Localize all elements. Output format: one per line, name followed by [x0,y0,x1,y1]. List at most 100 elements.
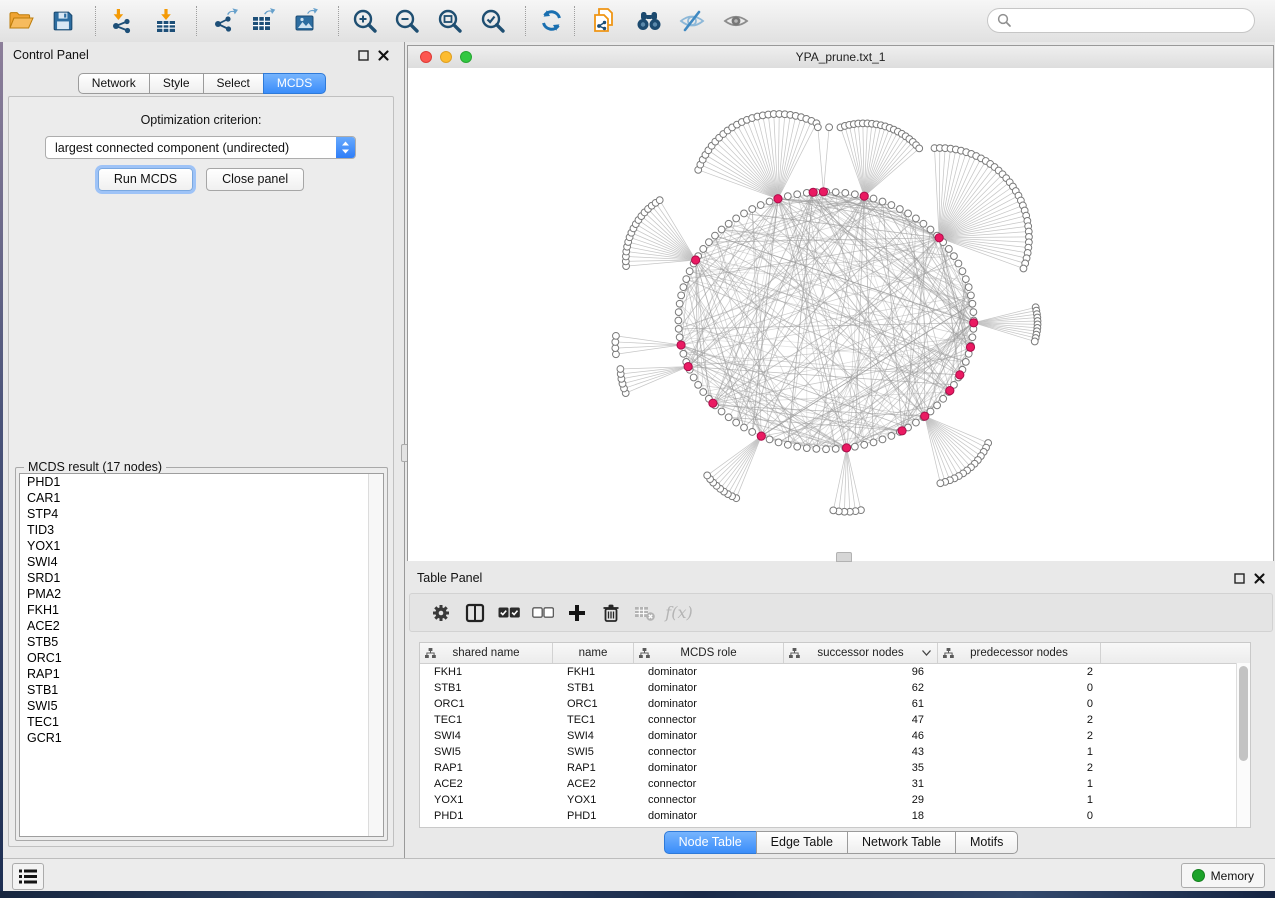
show-all-button[interactable] [716,2,756,39]
mcds-result-item[interactable]: SRD1 [20,570,383,586]
cell-successor-nodes: 47 [784,712,938,728]
export-network-button[interactable] [205,2,245,39]
export-table-button[interactable] [243,2,283,39]
mcds-result-item[interactable]: TEC1 [20,714,383,730]
table-row[interactable]: ACE2ACE2connector311 [420,776,1250,792]
search-field[interactable] [987,8,1255,33]
cell-mcds-role: connector [634,712,784,728]
mcds-result-item[interactable]: SWI4 [20,554,383,570]
table-tab-edge-table[interactable]: Edge Table [756,831,848,854]
float-window-icon[interactable] [1233,572,1246,585]
table-settings-button[interactable] [424,598,458,628]
import-network-button[interactable] [101,2,141,39]
table-panel-header: Table Panel [407,565,1275,591]
table-row[interactable]: YOX1YOX1connector291 [420,792,1250,808]
export-image-button[interactable] [286,2,326,39]
mcds-result-item[interactable]: SWI5 [20,698,383,714]
show-panel-list-button[interactable] [12,863,44,890]
table-row[interactable]: SWI4SWI4dominator462 [420,728,1250,744]
network-titlebar[interactable]: YPA_prune.txt_1 [408,46,1273,69]
mcds-result-item[interactable]: GCR1 [20,730,383,746]
column-header-name[interactable]: name [553,643,634,663]
export-image-icon [293,8,319,34]
network-canvas[interactable] [408,68,1273,561]
mcds-result-item[interactable]: ORC1 [20,650,383,666]
show-columns-button[interactable] [458,598,492,628]
mcds-result-item[interactable]: TID3 [20,522,383,538]
optimization-criterion-label: Optimization criterion: [9,113,393,127]
control-tab-style[interactable]: Style [149,73,204,94]
mcds-result-item[interactable]: RAP1 [20,666,383,682]
table-scrollbar-thumb[interactable] [1239,666,1248,761]
zoom-out-button[interactable] [387,2,427,39]
toolbar-separator [338,6,339,36]
apply-layout-button[interactable] [531,2,571,39]
clone-network-button[interactable] [585,2,625,39]
cell-shared-name: SWI4 [420,728,553,744]
table-tab-node-table[interactable]: Node Table [664,831,757,854]
zoom-fit-button[interactable] [430,2,470,39]
table-row[interactable]: STB1STB1dominator620 [420,680,1250,696]
application-window: Control Panel NetworkStyleSelectMCDS Opt… [0,0,1275,898]
hide-selected-button[interactable] [672,2,712,39]
delete-columns-button[interactable] [594,598,628,628]
select-all-columns-button[interactable] [492,598,526,628]
column-header-shared-name[interactable]: shared name [420,643,553,663]
zoom-in-icon [352,8,378,34]
mcds-result-item[interactable]: ACE2 [20,618,383,634]
delete-table-button[interactable] [628,598,662,628]
table-row[interactable]: TEC1TEC1connector472 [420,712,1250,728]
table-row[interactable]: ORC1ORC1dominator610 [420,696,1250,712]
close-panel-icon[interactable] [377,49,390,62]
float-window-icon[interactable] [357,49,370,62]
table-row[interactable]: FKH1FKH1dominator962 [420,664,1250,680]
function-builder-button[interactable]: f(x) [662,598,696,628]
cell-name: ORC1 [553,696,634,712]
first-neighbors-button[interactable] [629,2,669,39]
table-row[interactable]: RAP1RAP1dominator352 [420,760,1250,776]
import-table-button[interactable] [146,2,186,39]
mcds-result-item[interactable]: PMA2 [20,586,383,602]
mcds-result-item[interactable]: STB1 [20,682,383,698]
search-input[interactable] [1012,13,1254,29]
control-tab-select[interactable]: Select [203,73,264,94]
close-panel-icon[interactable] [1253,572,1266,585]
memory-button[interactable]: Memory [1181,863,1265,888]
criterion-dropdown[interactable]: largest connected component (undirected) [45,136,356,159]
run-mcds-button[interactable]: Run MCDS [98,168,193,191]
table-tab-motifs[interactable]: Motifs [955,831,1018,854]
network-graph[interactable] [408,68,1273,561]
eye-icon [723,10,749,32]
control-tab-network[interactable]: Network [78,73,150,94]
open-session-button[interactable] [1,2,41,39]
unselect-all-columns-button[interactable] [526,598,560,628]
control-tab-mcds[interactable]: MCDS [263,73,326,94]
mcds-result-item[interactable]: CAR1 [20,490,383,506]
result-list-scrollbar[interactable] [368,474,383,836]
mcds-result-item[interactable]: STB5 [20,634,383,650]
mcds-result-item[interactable]: PHD1 [20,474,383,490]
zoom-selected-button[interactable] [473,2,513,39]
node-table: shared namenameMCDS rolesuccessor nodesp… [419,642,1251,828]
mcds-result-item[interactable]: STP4 [20,506,383,522]
table-row[interactable]: SWI5SWI5connector431 [420,744,1250,760]
column-header-predecessor-nodes[interactable]: predecessor nodes [938,643,1101,663]
save-session-button[interactable] [43,2,83,39]
horizontal-splitter-grip[interactable] [836,552,852,562]
column-header-mcds-role[interactable]: MCDS role [634,643,784,663]
import-table-icon [153,8,179,34]
zoom-in-button[interactable] [345,2,385,39]
cell-predecessor-nodes: 2 [938,712,1101,728]
control-panel: Control Panel NetworkStyleSelectMCDS Opt… [3,42,401,858]
cell-shared-name: YOX1 [420,792,553,808]
close-panel-button[interactable]: Close panel [206,168,304,191]
table-row[interactable]: PHD1PHD1dominator180 [420,808,1250,824]
mcds-result-title: MCDS result (17 nodes) [24,460,166,474]
mcds-result-list[interactable]: PHD1CAR1STP4TID3YOX1SWI4SRD1PMA2FKH1ACE2… [19,473,384,837]
create-column-button[interactable] [560,598,594,628]
table-tab-network-table[interactable]: Network Table [847,831,956,854]
mcds-result-item[interactable]: FKH1 [20,602,383,618]
column-header-successor-nodes[interactable]: successor nodes [784,643,938,663]
mcds-result-item[interactable]: YOX1 [20,538,383,554]
table-scrollbar[interactable] [1236,663,1250,827]
